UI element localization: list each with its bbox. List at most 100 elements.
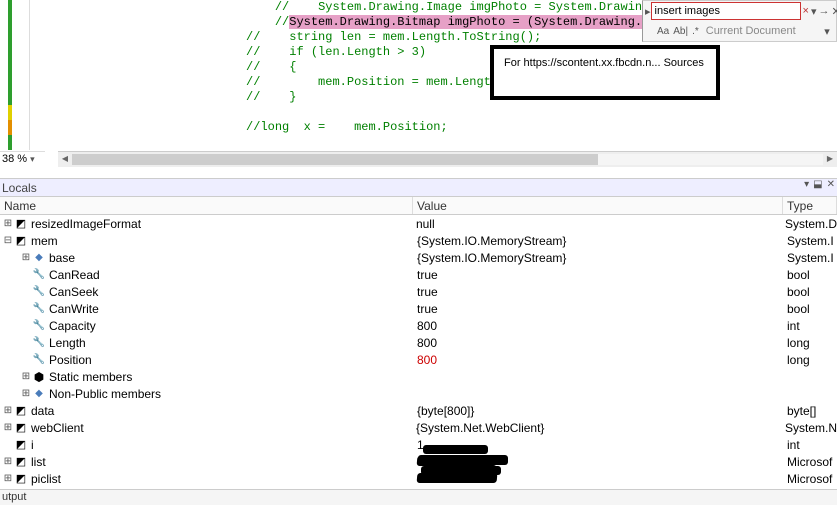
code-text: // if (len.Length > 3) xyxy=(246,45,426,59)
code-text: //long x = mem.Position; xyxy=(246,120,448,134)
close-icon[interactable]: ✕ xyxy=(827,179,835,190)
scrollbar-thumb[interactable] xyxy=(72,154,598,165)
exception-popup[interactable]: For https://scontent.xx.fbcdn.n... Sourc… xyxy=(490,45,720,100)
var-value[interactable]: {System.IO.MemoryStream} xyxy=(413,251,783,265)
var-type: Microsof xyxy=(783,472,837,486)
locals-title-bar[interactable]: Locals ▾ ⬓ ✕ xyxy=(0,179,837,197)
var-name: Length xyxy=(49,336,86,350)
code-text: // { xyxy=(246,60,296,74)
scope-dropdown-icon[interactable]: ▾ xyxy=(820,24,834,38)
locals-title: Locals xyxy=(2,181,37,195)
locals-row[interactable]: ⊞◩webClient{System.Net.WebClient}System.… xyxy=(0,419,837,436)
expand-toggle[interactable]: ⊞ xyxy=(20,252,32,263)
var-type: bool xyxy=(783,285,837,299)
exception-text: For https://scontent.xx.fbcdn.n... Sourc… xyxy=(504,57,704,69)
variable-icon: ◩ xyxy=(14,421,28,435)
locals-row[interactable]: 🔧Capacity800int xyxy=(0,317,837,334)
scroll-left-icon[interactable]: ◀ xyxy=(58,152,72,167)
locals-row[interactable]: ⊞◩data {byte[800]}byte[] xyxy=(0,402,837,419)
column-type-header[interactable]: Type xyxy=(783,197,837,214)
expand-toggle[interactable]: ⊞ xyxy=(2,422,14,433)
quick-find-panel: ▸ × ▾ → ✕ Aa Ab| .* Current Document ▾ xyxy=(642,0,837,42)
var-type: bool xyxy=(783,268,837,282)
var-value[interactable]: {System.IO.MemoryStream} xyxy=(413,234,783,248)
column-name-header[interactable]: Name xyxy=(0,197,413,214)
locals-row[interactable]: ⊞⬢Static members xyxy=(0,368,837,385)
expand-toggle[interactable]: ⊞ xyxy=(2,405,14,416)
horizontal-scrollbar[interactable]: ◀ ▶ xyxy=(58,151,837,167)
regex-toggle[interactable]: .* xyxy=(692,26,699,37)
var-value[interactable]: 800 xyxy=(413,336,783,350)
code-text: // xyxy=(275,0,318,14)
variable-icon: ◩ xyxy=(14,217,28,231)
var-type: int xyxy=(783,438,837,452)
var-type: System.D xyxy=(781,217,837,231)
code-blank xyxy=(30,105,837,120)
expand-toggle[interactable]: ⊞ xyxy=(2,218,14,229)
code-text: // mem.Position = mem.Length; xyxy=(246,75,505,89)
var-type: System.I xyxy=(783,234,837,248)
expand-toggle[interactable]: ⊞ xyxy=(2,473,14,484)
var-name: resizedImageFormat xyxy=(31,217,141,231)
var-value[interactable]: 800 xyxy=(413,319,783,333)
locals-row[interactable]: ⊞◩resizedImageFormat nullSystem.D xyxy=(0,215,837,232)
clear-search-icon[interactable]: × xyxy=(803,4,809,18)
search-dropdown-icon[interactable]: ▾ xyxy=(811,4,817,18)
expand-toggle[interactable]: ⊞ xyxy=(2,456,14,467)
var-name: Non-Public members xyxy=(49,387,161,401)
variable-icon: ◩ xyxy=(14,455,28,469)
var-value[interactable]: {System.Net.WebClient} xyxy=(412,421,781,435)
match-case-toggle[interactable]: Aa xyxy=(657,26,669,37)
var-name: i xyxy=(31,438,34,452)
locals-row[interactable]: ⊞◆base{System.IO.MemoryStream}System.I xyxy=(0,249,837,266)
property-icon: 🔧 xyxy=(32,302,46,316)
find-next-icon[interactable]: → xyxy=(819,4,830,18)
var-name: CanWrite xyxy=(49,302,99,316)
expand-toggle[interactable]: ⊞ xyxy=(20,371,32,382)
var-name: webClient xyxy=(31,421,84,435)
autohide-icon[interactable]: ⬓ xyxy=(813,179,822,190)
column-value-header[interactable]: Value xyxy=(413,197,783,214)
locals-row[interactable]: ⊟◩mem{System.IO.MemoryStream}System.I xyxy=(0,232,837,249)
base-icon: ◆ xyxy=(32,251,46,265)
var-name: Position xyxy=(49,353,92,367)
window-position-icon[interactable]: ▾ xyxy=(804,179,809,190)
close-panel-icon[interactable]: ✕ xyxy=(832,4,837,18)
locals-row[interactable]: ⊞◆Non-Public members xyxy=(0,385,837,402)
search-input[interactable] xyxy=(651,2,801,20)
locals-row[interactable]: 🔧CanWrite truebool xyxy=(0,300,837,317)
zoom-dropdown-icon[interactable]: ▾ xyxy=(30,152,38,166)
gutter xyxy=(0,0,30,150)
search-scope[interactable]: Current Document xyxy=(703,25,818,37)
var-name: data xyxy=(31,404,54,418)
locals-row[interactable]: 🔧Position800long xyxy=(0,351,837,368)
var-type: int xyxy=(783,319,837,333)
zoom-level[interactable]: 38 % ▾ xyxy=(0,151,45,167)
locals-header-row: Name Value Type xyxy=(0,197,837,215)
locals-row[interactable]: 🔧Length800long xyxy=(0,334,837,351)
locals-row[interactable]: 🔧CanSeek truebool xyxy=(0,283,837,300)
code-blank xyxy=(30,135,837,150)
code-text: // } xyxy=(246,90,296,104)
code-text: // xyxy=(275,15,289,29)
var-name: mem xyxy=(31,234,58,248)
output-tab[interactable]: utput xyxy=(0,489,837,505)
scroll-right-icon[interactable]: ▶ xyxy=(823,152,837,167)
property-icon: 🔧 xyxy=(32,285,46,299)
whole-word-toggle[interactable]: Ab| xyxy=(673,26,688,37)
var-value[interactable]: true xyxy=(413,302,783,316)
expand-toggle[interactable]: ⊞ xyxy=(20,388,32,399)
property-icon: 🔧 xyxy=(32,319,46,333)
property-icon: 🔧 xyxy=(32,353,46,367)
variable-icon: ◩ xyxy=(14,404,28,418)
var-type: byte[] xyxy=(783,404,837,418)
var-value[interactable]: true xyxy=(413,268,783,282)
locals-row[interactable]: 🔧CanReadtruebool xyxy=(0,266,837,283)
expand-toggle[interactable]: ⊟ xyxy=(2,235,14,246)
var-value[interactable]: true xyxy=(413,285,783,299)
var-name: CanSeek xyxy=(49,285,98,299)
var-type: bool xyxy=(783,302,837,316)
var-value[interactable]: 800 xyxy=(413,353,783,367)
var-value[interactable]: null xyxy=(412,217,781,231)
var-value[interactable]: {byte[800]} xyxy=(413,404,783,418)
